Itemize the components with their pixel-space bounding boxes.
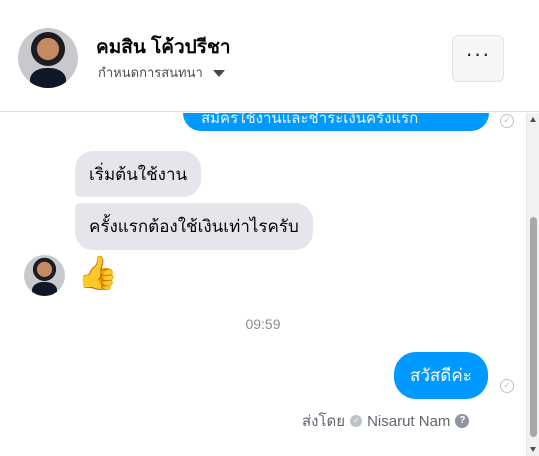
scrollbar-thumb[interactable]: [530, 217, 537, 437]
check-circle-icon: ✓: [500, 114, 514, 128]
incoming-message: ครั้งแรกต้องใช้เงินเท่าไรครับ: [75, 203, 313, 250]
question-icon[interactable]: ?: [455, 414, 470, 428]
thread-scrollbar[interactable]: [526, 113, 539, 456]
message-thread: สมัครใช้งานและชำระเงินครั้งแรก ✓ เริ่มต้…: [0, 113, 526, 456]
verified-check-icon: ✓: [350, 415, 363, 427]
incoming-message: เริ่มต้นใช้งาน: [75, 151, 202, 197]
contact-name[interactable]: คมสิน โค้วปรีชา: [96, 32, 231, 62]
check-circle-icon: ✓: [500, 379, 514, 393]
scroll-up-arrow-icon[interactable]: [530, 117, 536, 122]
scroll-down-arrow-icon[interactable]: [530, 447, 536, 452]
conversation-header: คมสิน โค้วปรีชา กำหนดการสนทนา ···: [0, 0, 539, 112]
more-options-button[interactable]: ···: [452, 35, 504, 82]
conversation-settings-dropdown[interactable]: กำหนดการสนทนา: [98, 62, 225, 83]
sent-by-label: ส่งโดย: [302, 413, 346, 430]
sent-by-line: ส่งโดย ✓ Nisarut Nam ?: [302, 409, 470, 433]
thumbs-up-icon: 👍: [77, 254, 119, 291]
sender-name: Nisarut Nam: [367, 412, 451, 430]
contact-avatar[interactable]: [18, 28, 78, 88]
contact-avatar-small[interactable]: [24, 255, 65, 296]
caret-down-icon: [212, 70, 225, 77]
outgoing-message-partial: สมัครใช้งานและชำระเงินครั้งแรก: [183, 113, 489, 131]
outgoing-message-partial-text: สมัครใช้งานและชำระเงินครั้งแรก: [201, 113, 419, 127]
conversation-settings-label: กำหนดการสนทนา: [98, 65, 203, 80]
outgoing-message: สวัสดีค่ะ: [394, 352, 488, 399]
message-timestamp: 09:59: [245, 316, 281, 332]
